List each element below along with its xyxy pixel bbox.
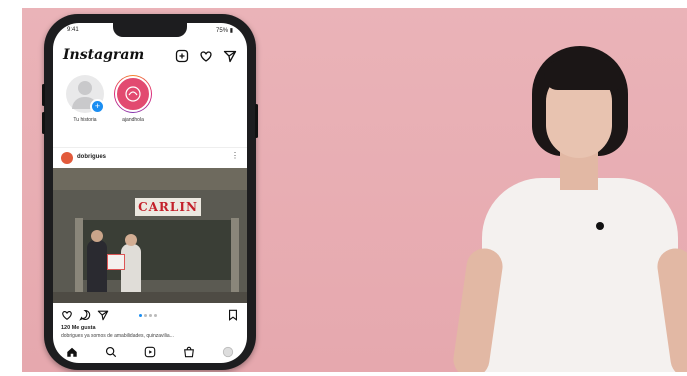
instagram-logo: Instagram bbox=[63, 47, 145, 63]
carousel-dots bbox=[139, 314, 157, 317]
post-image[interactable]: CARLIN bbox=[53, 168, 247, 303]
status-battery: 75% ▮ bbox=[216, 28, 233, 34]
instagram-screen: 9:41 75% ▮ Instagram + Tu historia ajand… bbox=[53, 23, 247, 363]
status-time: 9:41 bbox=[67, 27, 79, 33]
profile-icon[interactable] bbox=[222, 346, 234, 358]
story-label: Tu historia bbox=[73, 117, 97, 123]
story-own[interactable]: + Tu historia bbox=[63, 75, 107, 123]
store-sign: CARLIN bbox=[135, 198, 201, 216]
post-header: dobrigues ⋮ bbox=[53, 147, 247, 166]
instagram-header: Instagram bbox=[53, 45, 247, 69]
bookmark-icon[interactable] bbox=[227, 309, 239, 321]
status-bar: 9:41 75% ▮ bbox=[53, 25, 247, 37]
avatar[interactable] bbox=[61, 152, 73, 164]
post-caption: dobrigues ya somos de amabilidades, quin… bbox=[61, 333, 174, 339]
video-frame: 9:41 75% ▮ Instagram + Tu historia ajand… bbox=[22, 8, 687, 372]
avatar: + bbox=[66, 75, 105, 114]
bottom-tab-bar bbox=[53, 341, 247, 363]
add-story-icon: + bbox=[90, 99, 105, 114]
add-post-icon[interactable] bbox=[175, 49, 189, 63]
story-avatar bbox=[114, 75, 152, 113]
search-icon[interactable] bbox=[105, 346, 117, 358]
heart-icon[interactable] bbox=[199, 49, 213, 63]
phone-side-button bbox=[255, 104, 258, 138]
phone-side-button bbox=[42, 84, 45, 106]
lapel-microphone bbox=[596, 222, 604, 230]
post-actions bbox=[53, 307, 247, 323]
post-username[interactable]: dobrigues bbox=[77, 154, 106, 160]
phone-mockup: 9:41 75% ▮ Instagram + Tu historia ajand… bbox=[42, 14, 258, 370]
story-label: ajandhola bbox=[122, 117, 144, 123]
reels-icon[interactable] bbox=[144, 346, 156, 358]
shop-icon[interactable] bbox=[183, 346, 195, 358]
brand-logo-icon bbox=[125, 86, 141, 102]
more-options-icon[interactable]: ⋮ bbox=[231, 151, 239, 160]
phone-side-button bbox=[42, 112, 45, 134]
comment-icon[interactable] bbox=[79, 309, 91, 321]
stories-tray: + Tu historia ajandhola bbox=[53, 75, 247, 137]
header-actions bbox=[175, 49, 237, 63]
heart-icon[interactable] bbox=[61, 309, 73, 321]
send-icon[interactable] bbox=[223, 49, 237, 63]
likes-count[interactable]: 120 Me gusta bbox=[61, 325, 96, 331]
story-item[interactable]: ajandhola bbox=[111, 75, 155, 123]
home-icon[interactable] bbox=[66, 346, 78, 358]
presenter-image bbox=[442, 38, 687, 372]
send-icon[interactable] bbox=[97, 309, 109, 321]
